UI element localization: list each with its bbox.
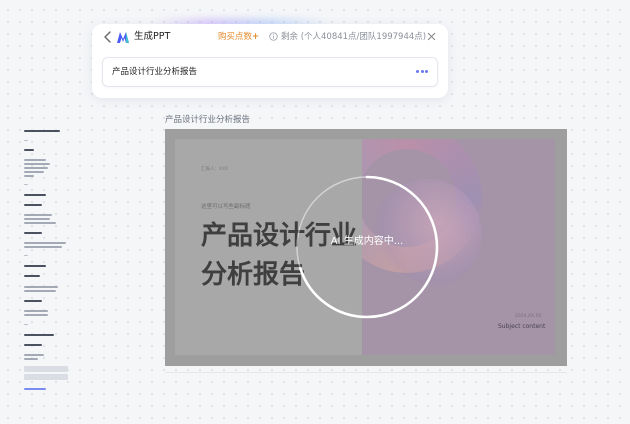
- outline-line: [24, 300, 42, 302]
- outline-line: [24, 194, 46, 196]
- outline-line: [24, 149, 34, 151]
- close-icon[interactable]: [427, 32, 436, 41]
- outline-sidebar[interactable]: [24, 128, 72, 398]
- outline-line: [24, 167, 48, 169]
- loading-text: AI 生成内容中...: [330, 236, 404, 247]
- outline-line: [24, 163, 50, 165]
- info-icon[interactable]: [269, 32, 278, 41]
- slide-date: 2024.XX.XX: [515, 314, 542, 319]
- outline-line: [24, 286, 58, 288]
- outline-line: [24, 246, 62, 248]
- logo-icon: [117, 32, 129, 43]
- outline-line: [24, 204, 42, 206]
- slide-kicker: 这里可以写些副标题: [201, 204, 251, 210]
- outline-more-link[interactable]: [24, 388, 46, 390]
- panel-header: 生成PPT 购买点数+ 剩余 (个人40841点/团队1997944点): [92, 24, 448, 50]
- outline-line: [24, 354, 44, 356]
- divider: [165, 372, 567, 373]
- panel-title: 生成PPT: [134, 31, 171, 42]
- outline-line: [24, 184, 28, 185]
- outline-line: [24, 214, 52, 216]
- chevron-left-icon[interactable]: [103, 31, 113, 43]
- outline-line: [24, 324, 28, 325]
- plus-icon: +: [252, 32, 260, 42]
- buy-points-label: 购买点数: [218, 32, 253, 42]
- outline-block: [24, 374, 68, 380]
- outline-line: [24, 242, 66, 244]
- outline-line: [24, 310, 48, 312]
- slide-brand: 汇报人：XXX: [201, 167, 229, 172]
- outline-line: [24, 275, 40, 277]
- outline-line: [24, 334, 54, 336]
- outline-line: [24, 222, 56, 224]
- outline-line: [24, 140, 28, 141]
- outline-line: [24, 358, 38, 360]
- remaining-points: 剩余 (个人40841点/团队1997944点): [281, 32, 427, 42]
- outline-line: [24, 265, 46, 267]
- outline-line: [24, 175, 34, 177]
- outline-line: [24, 255, 28, 256]
- outline-line: [24, 314, 48, 316]
- generate-ppt-panel: 生成PPT 购买点数+ 剩余 (个人40841点/团队1997944点) 产品设…: [92, 24, 448, 98]
- outline-line: [24, 159, 46, 161]
- topic-input-value: 产品设计行业分析报告: [112, 67, 198, 77]
- outline-line: [24, 344, 42, 346]
- outline-line: [24, 171, 44, 173]
- buy-points-button[interactable]: 购买点数+: [218, 30, 259, 44]
- topic-input[interactable]: 产品设计行业分析报告: [102, 57, 438, 87]
- outline-block: [24, 366, 68, 372]
- more-dots-icon[interactable]: [416, 70, 428, 74]
- outline-line: [24, 218, 50, 220]
- slide-subject: Subject content: [498, 323, 546, 330]
- outline-line: [24, 232, 42, 234]
- outline-line: [24, 130, 60, 132]
- slide-heading: 产品设计行业分析报告: [165, 115, 251, 125]
- outline-line: [24, 290, 56, 292]
